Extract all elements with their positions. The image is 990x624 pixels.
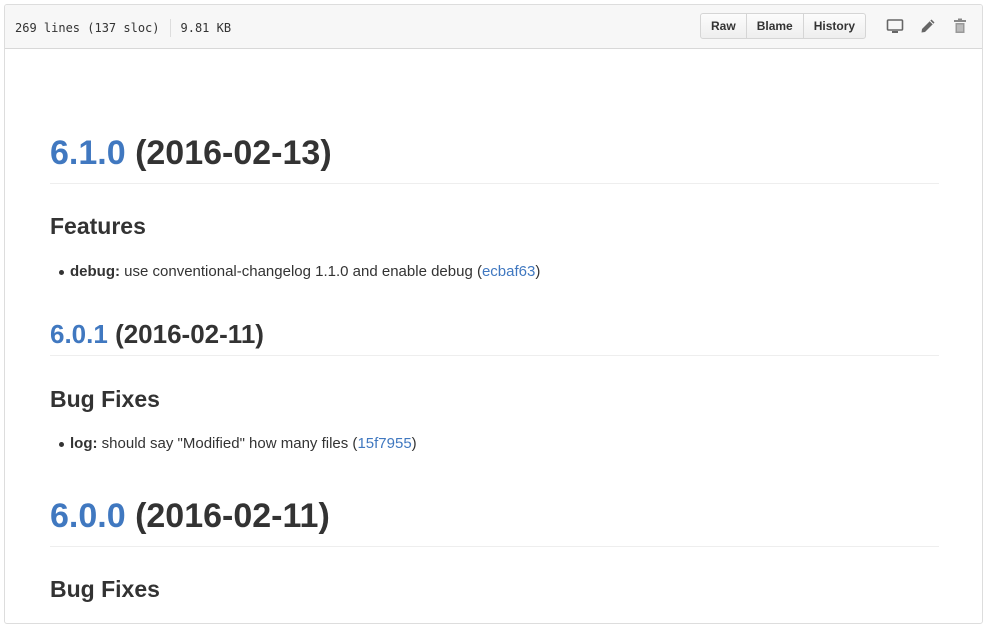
section-heading-bug-fixes: Bug Fixes <box>50 576 160 602</box>
divider <box>169 19 171 37</box>
section-heading-bug-fixes: Bug Fixes <box>50 386 160 412</box>
commit-link[interactable]: 15f7955 <box>357 435 411 452</box>
close-paren: ) <box>535 263 541 280</box>
desktop-icon[interactable] <box>886 17 906 37</box>
release-date: (2016-02-11) <box>115 319 264 349</box>
version-link[interactable]: 6.0.0 <box>50 497 126 535</box>
release-date: (2016-02-13) <box>135 134 332 172</box>
release-heading-6-0-0: 6.0.0 (2016-02-11) <box>50 496 330 536</box>
release-heading-6-0-1: 6.0.1 (2016-02-11) <box>50 318 264 350</box>
commit-message: use conventional-changelog 1.1.0 and ena… <box>120 263 482 280</box>
section-heading-features: Features <box>50 213 146 239</box>
list-item: debug: use conventional-changelog 1.1.0 … <box>59 262 541 282</box>
line-count: 269 lines (137 sloc) <box>15 21 160 35</box>
release-heading-6-1-0: 6.1.0 (2016-02-13) <box>50 133 332 173</box>
commit-scope: debug: <box>70 263 120 280</box>
commit-link[interactable]: ecbaf63 <box>482 263 535 280</box>
release-date: (2016-02-11) <box>135 497 330 535</box>
file-view: 269 lines (137 sloc) 9.81 KB Raw Blame H… <box>4 4 983 624</box>
history-button[interactable]: History <box>802 13 867 39</box>
file-info: 269 lines (137 sloc) 9.81 KB <box>15 19 231 37</box>
close-paren: ) <box>411 435 417 452</box>
bullet <box>59 442 64 447</box>
file-actions: Raw Blame History <box>700 13 867 39</box>
heading-rule <box>50 546 939 547</box>
version-link[interactable]: 6.1.0 <box>50 134 126 172</box>
heading-rule <box>50 183 939 184</box>
commit-scope: log: <box>70 435 98 452</box>
version-link[interactable]: 6.0.1 <box>50 319 108 349</box>
blame-button[interactable]: Blame <box>745 13 804 39</box>
bullet <box>59 270 64 275</box>
commit-message: should say "Modified" how many files ( <box>97 435 358 452</box>
pencil-icon[interactable] <box>919 17 939 37</box>
list-item: log: should say "Modified" how many file… <box>59 434 417 454</box>
file-size: 9.81 KB <box>180 21 232 35</box>
raw-button[interactable]: Raw <box>700 13 747 39</box>
trash-icon[interactable] <box>951 17 971 37</box>
file-header: 269 lines (137 sloc) 9.81 KB Raw Blame H… <box>5 5 982 49</box>
heading-rule <box>50 355 939 356</box>
